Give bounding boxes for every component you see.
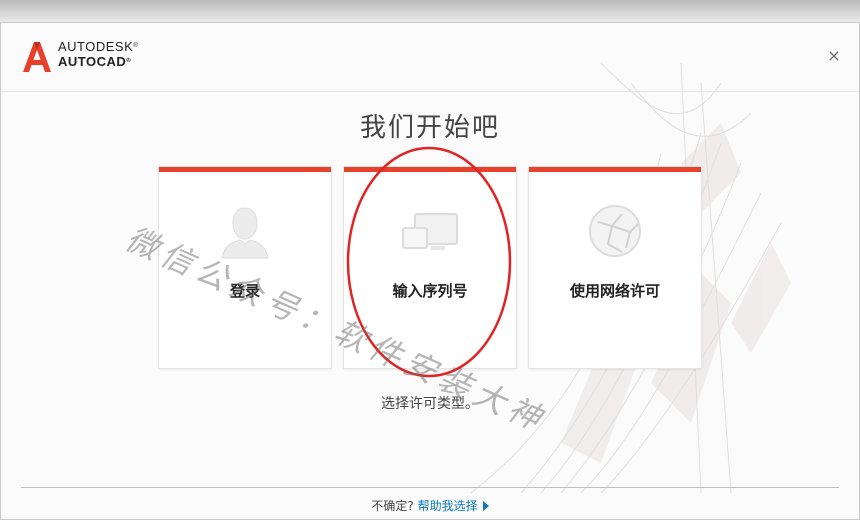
trademark-symbol: ® [126, 58, 132, 64]
window-top-strip [0, 0, 860, 22]
brand-wordmark: AUTODESK® AUTOCAD® [58, 39, 138, 69]
trademark-symbol: ® [133, 43, 139, 49]
brand-line-autocad: AUTOCAD [58, 54, 127, 69]
autocad-logo-icon [23, 42, 51, 72]
sign-in-label: 登录 [229, 282, 260, 300]
footer-divider [21, 487, 839, 488]
serial-number-label: 输入序列号 [392, 282, 468, 300]
serial-number-card[interactable]: 输入序列号 [344, 167, 516, 368]
close-icon[interactable]: × [825, 47, 843, 65]
help-prompt: 不确定? [371, 499, 414, 513]
brand-line-autodesk: AUTODESK [58, 39, 134, 54]
help-footer: 不确定? 帮助我选择 [1, 497, 859, 514]
dialog-header: AUTODESK® AUTOCAD® × [1, 23, 859, 92]
monitor-devices-icon [402, 213, 458, 250]
help-link-label: 帮助我选择 [417, 499, 478, 513]
license-type-hint: 选择许可类型。 [381, 396, 479, 412]
user-silhouette-icon [221, 207, 269, 259]
license-dialog: AUTODESK® AUTOCAD® × 我们开始吧 登录 输入序列号 使用网络… [0, 22, 860, 520]
network-license-card[interactable]: 使用网络许可 [529, 167, 701, 368]
network-license-label: 使用网络许可 [569, 282, 660, 300]
play-arrow-icon [482, 501, 489, 511]
globe-network-icon [589, 205, 641, 257]
sign-in-card[interactable]: 登录 [159, 167, 331, 368]
help-me-choose-link[interactable]: 帮助我选择 [418, 499, 489, 513]
page-title: 我们开始吧 [359, 113, 500, 143]
